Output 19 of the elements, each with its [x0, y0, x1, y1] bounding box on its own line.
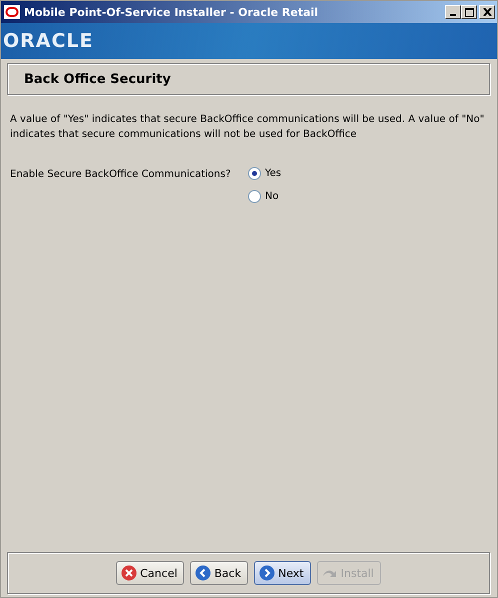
radio-option[interactable]: Yes [248, 167, 282, 180]
cancel-button[interactable]: Cancel [116, 561, 184, 585]
app-icon [4, 5, 20, 19]
window-title: Mobile Point-Of-Service Installer - Oracle Retail [24, 6, 320, 18]
radio-option[interactable]: No [248, 190, 282, 203]
minimize-button[interactable] [445, 5, 461, 19]
close-button[interactable] [479, 5, 495, 19]
field-label: Enable Secure BackOffice Communications? [10, 168, 232, 182]
maximize-icon [464, 8, 474, 16]
maximize-button[interactable] [461, 5, 477, 19]
description-text: A value of "Yes" indicates that secure BackOffice communications will be used. A value of "No" indicates that secure communications will not be used for BackOffice [10, 113, 486, 142]
x-circle-icon [121, 565, 138, 581]
radio-button[interactable] [248, 190, 261, 203]
logo: ORACLE [3, 30, 94, 52]
radio-button[interactable] [248, 167, 261, 180]
next-button[interactable]: Next [254, 561, 311, 585]
close-icon [482, 8, 492, 16]
page-title: Back Office Security [24, 72, 171, 86]
back-button[interactable]: Back [190, 561, 248, 585]
